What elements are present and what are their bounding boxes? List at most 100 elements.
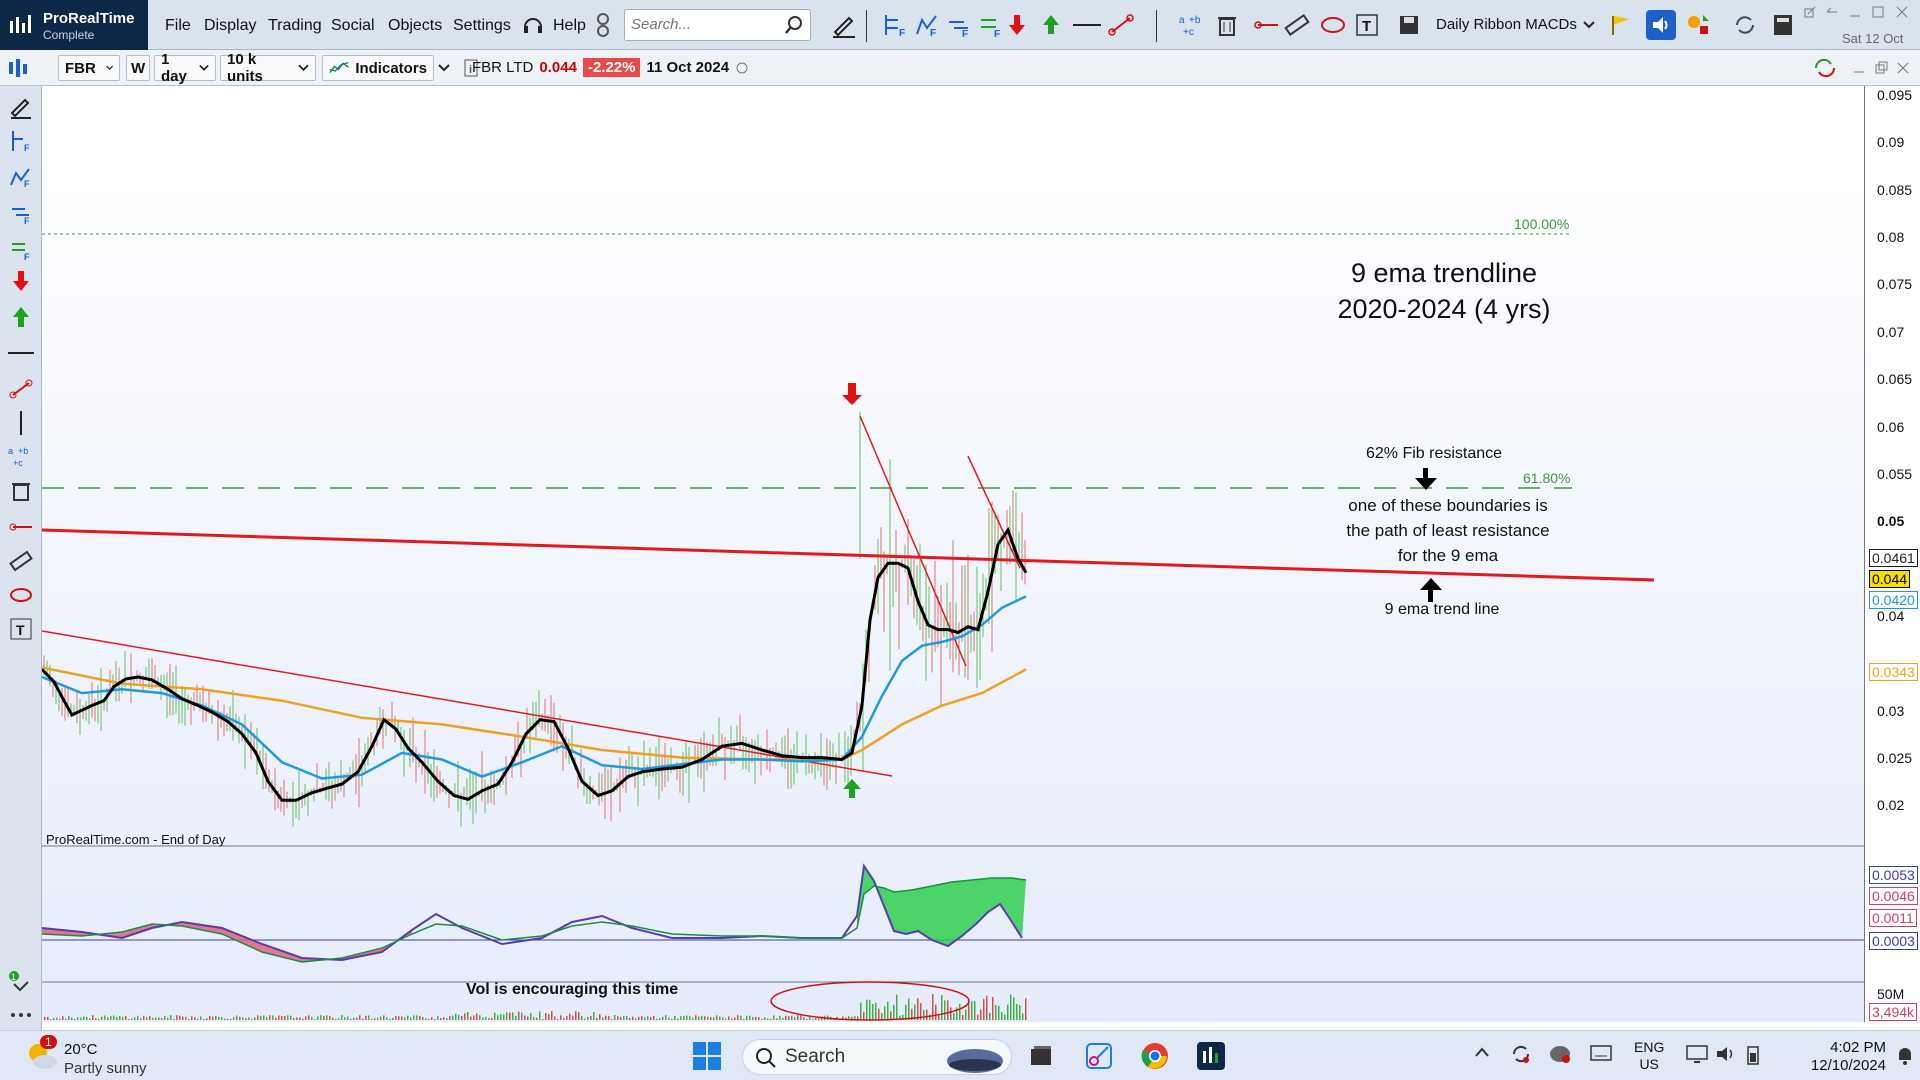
task-view-icon[interactable] [1028, 1043, 1054, 1074]
chart-minimize-icon[interactable] [1852, 55, 1866, 81]
trash-icon[interactable] [1212, 10, 1242, 40]
vertical-line-icon[interactable] [6, 408, 36, 438]
menu-settings[interactable]: Settings [453, 17, 511, 35]
ribbon-layout-name[interactable]: Daily Ribbon MACDs [1436, 16, 1577, 33]
windows-start-icon[interactable] [692, 1041, 722, 1076]
chevron-up-icon[interactable] [1474, 1045, 1490, 1062]
text-points-icon[interactable]: a +b +c [6, 442, 36, 472]
units-selector[interactable]: 10 k units [220, 51, 316, 85]
sound-icon[interactable] [1646, 10, 1676, 40]
ellipse-icon[interactable] [1318, 10, 1348, 40]
sell-arrow-icon[interactable] [1002, 10, 1032, 40]
text-tool-icon[interactable]: T [6, 614, 36, 644]
search-field[interactable] [624, 9, 811, 41]
menu-social[interactable]: Social [331, 17, 375, 35]
chart-canvas[interactable]: 100.00% 61.80% 9 ema trendline 2020-2024… [40, 86, 1864, 1039]
pencil-icon[interactable] [829, 10, 859, 40]
alerts-icon[interactable] [1684, 10, 1714, 40]
search-icon[interactable] [784, 15, 804, 35]
text-points-icon[interactable]: a +b +c [1176, 10, 1206, 40]
monitor-icon[interactable] [1686, 1045, 1708, 1067]
week-toggle[interactable]: W [126, 55, 150, 81]
chart-sync-icon[interactable] [1812, 55, 1838, 81]
menu-file[interactable]: File [165, 17, 191, 35]
trendline-icon[interactable] [1106, 10, 1136, 40]
app-brand[interactable]: ProRealTime Complete [0, 0, 148, 50]
ruler-icon[interactable] [1282, 10, 1312, 40]
fib-time-icon[interactable]: F [6, 234, 36, 264]
restore-window-icon[interactable] [1800, 2, 1820, 22]
pencil-icon[interactable] [6, 92, 36, 122]
price-axis[interactable]: 0.095 0.09 0.085 0.08 0.075 0.07 0.065 0… [1864, 86, 1920, 1022]
notification-bell-icon[interactable] [1896, 1045, 1914, 1069]
flag-icon[interactable] [1606, 10, 1636, 40]
minimize-icon[interactable] [1845, 2, 1865, 22]
horizontal-line-icon[interactable] [6, 338, 36, 368]
menu-help[interactable]: Help [553, 17, 586, 35]
sync-tray-icon[interactable] [1510, 1043, 1532, 1069]
app-tray-icon[interactable] [1548, 1043, 1572, 1069]
volume-bar [317, 1016, 319, 1020]
back-icon[interactable] [1822, 2, 1842, 22]
volume-bar [863, 1012, 865, 1020]
chart-close-icon[interactable] [1896, 55, 1910, 81]
volume-bar [269, 1015, 271, 1020]
fib-fan-icon[interactable]: F [912, 10, 942, 40]
fib-ext-icon[interactable]: F [6, 198, 36, 228]
text-tool-icon[interactable]: T [1352, 10, 1382, 40]
fib-retracement-icon[interactable]: F [880, 10, 910, 40]
close-icon[interactable] [1892, 2, 1912, 22]
ray-icon[interactable] [6, 512, 36, 542]
buy-arrow-icon[interactable] [6, 302, 36, 332]
timeframe-selector[interactable]: 1 day [154, 51, 216, 85]
volume-icon[interactable] [1716, 1045, 1738, 1067]
save-layout-icon[interactable] [1394, 10, 1424, 40]
chrome-icon[interactable] [1140, 1041, 1170, 1076]
fib-fan-icon[interactable]: F [6, 162, 36, 192]
ellipse-icon[interactable] [6, 580, 36, 610]
volume-bar [701, 1015, 703, 1020]
prorealtime-taskbar-icon[interactable] [1196, 1041, 1226, 1076]
menu-trading[interactable]: Trading [268, 17, 322, 35]
clock-date: 12/10/2024 [1810, 1057, 1886, 1074]
indicators-button[interactable]: Indicators [322, 55, 434, 81]
calculator-icon[interactable] [1768, 10, 1798, 40]
sell-arrow-icon[interactable] [6, 266, 36, 296]
volume-bar [734, 1017, 736, 1020]
last-price: 0.044 [539, 59, 577, 76]
indicators-dropdown[interactable] [438, 55, 450, 81]
keyboard-icon[interactable] [1590, 1045, 1612, 1065]
price-chart-area[interactable]: 100.00% 61.80% 9 ema trendline 2020-2024… [40, 86, 1864, 1039]
fib-ext-icon[interactable]: F [944, 10, 974, 40]
buy-arrow-icon[interactable] [1036, 10, 1066, 40]
volume-bar [383, 1015, 385, 1020]
ruler-icon[interactable] [6, 546, 36, 576]
more-dots-icon[interactable] [6, 1000, 36, 1030]
trash-icon[interactable] [6, 476, 36, 506]
link-icon[interactable] [588, 10, 618, 40]
link-chain-icon[interactable] [6, 55, 36, 81]
menu-objects[interactable]: Objects [388, 17, 442, 35]
language-indicator[interactable]: ENG US [1634, 1039, 1664, 1073]
macd-tag: 0.0046 [1869, 887, 1918, 905]
volume-bar [1025, 998, 1027, 1020]
chart-maximize-icon[interactable] [1874, 55, 1888, 81]
battery-icon[interactable] [1746, 1045, 1760, 1069]
chevron-down-icon[interactable] [1574, 10, 1604, 40]
headset-icon[interactable] [518, 10, 548, 40]
arrange-icon[interactable]: 1 [6, 968, 36, 998]
system-clock[interactable]: 4:02 PM 12/10/2024 [1786, 1039, 1886, 1075]
refresh-icon[interactable] [1730, 10, 1760, 40]
search-input[interactable] [631, 10, 781, 38]
taskbar-search[interactable]: Search [742, 1039, 1012, 1075]
volume-bar [935, 1004, 937, 1020]
menu-display[interactable]: Display [204, 17, 256, 35]
maximize-icon[interactable] [1868, 2, 1888, 22]
symbol-selector[interactable]: FBR [58, 55, 120, 81]
fib-retracement-icon[interactable]: F [6, 126, 36, 156]
ray-icon[interactable] [1252, 10, 1282, 40]
volume-bar [491, 1017, 493, 1020]
snipping-tool-icon[interactable] [1084, 1041, 1114, 1076]
trendline-icon[interactable] [6, 374, 36, 404]
horizontal-line-icon[interactable] [1072, 10, 1102, 40]
